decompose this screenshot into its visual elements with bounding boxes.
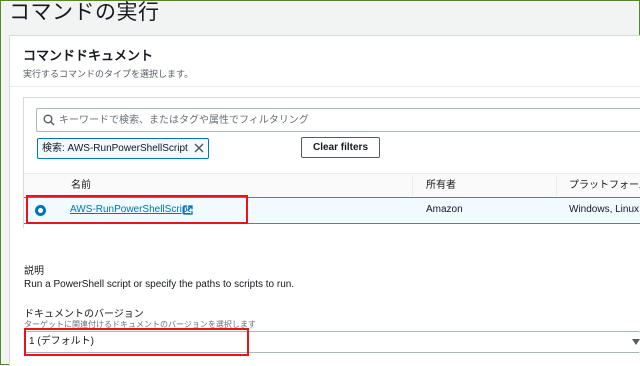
panel-divider [10, 86, 640, 87]
version-label: ドキュメントのバージョン [24, 309, 144, 320]
caret-down-icon [632, 339, 640, 345]
column-header-platform[interactable]: プラットフォーム [569, 174, 640, 197]
column-divider [412, 176, 413, 196]
close-icon[interactable] [193, 142, 205, 154]
owner-cell: Amazon [426, 204, 463, 215]
highlight-box-version [24, 328, 249, 356]
document-panel-header: コマンドドキュメント 実行するコマンドのタイプを選択します。 [23, 45, 193, 80]
column-header-name[interactable]: 名前 [71, 174, 91, 197]
platform-cell: Windows, Linux [569, 204, 640, 215]
description-label: 説明 [24, 266, 44, 277]
description-text: Run a PowerShell script or specify the p… [24, 279, 295, 290]
clear-filters-button[interactable]: Clear filters [301, 137, 380, 158]
search-icon [43, 114, 55, 126]
column-header-owner[interactable]: 所有者 [426, 174, 456, 197]
column-divider [556, 176, 557, 196]
page-title: コマンドの実行 [9, 1, 160, 24]
search-field[interactable] [36, 108, 640, 132]
highlight-box-document [26, 195, 248, 224]
document-panel-title: コマンドドキュメント [23, 48, 154, 63]
search-input[interactable] [59, 109, 629, 131]
filter-token-label: 検索: AWS-RunPowerShellScript [42, 143, 188, 154]
filter-token[interactable]: 検索: AWS-RunPowerShellScript [37, 138, 209, 159]
document-panel-description: 実行するコマンドのタイプを選択します。 [23, 69, 194, 79]
